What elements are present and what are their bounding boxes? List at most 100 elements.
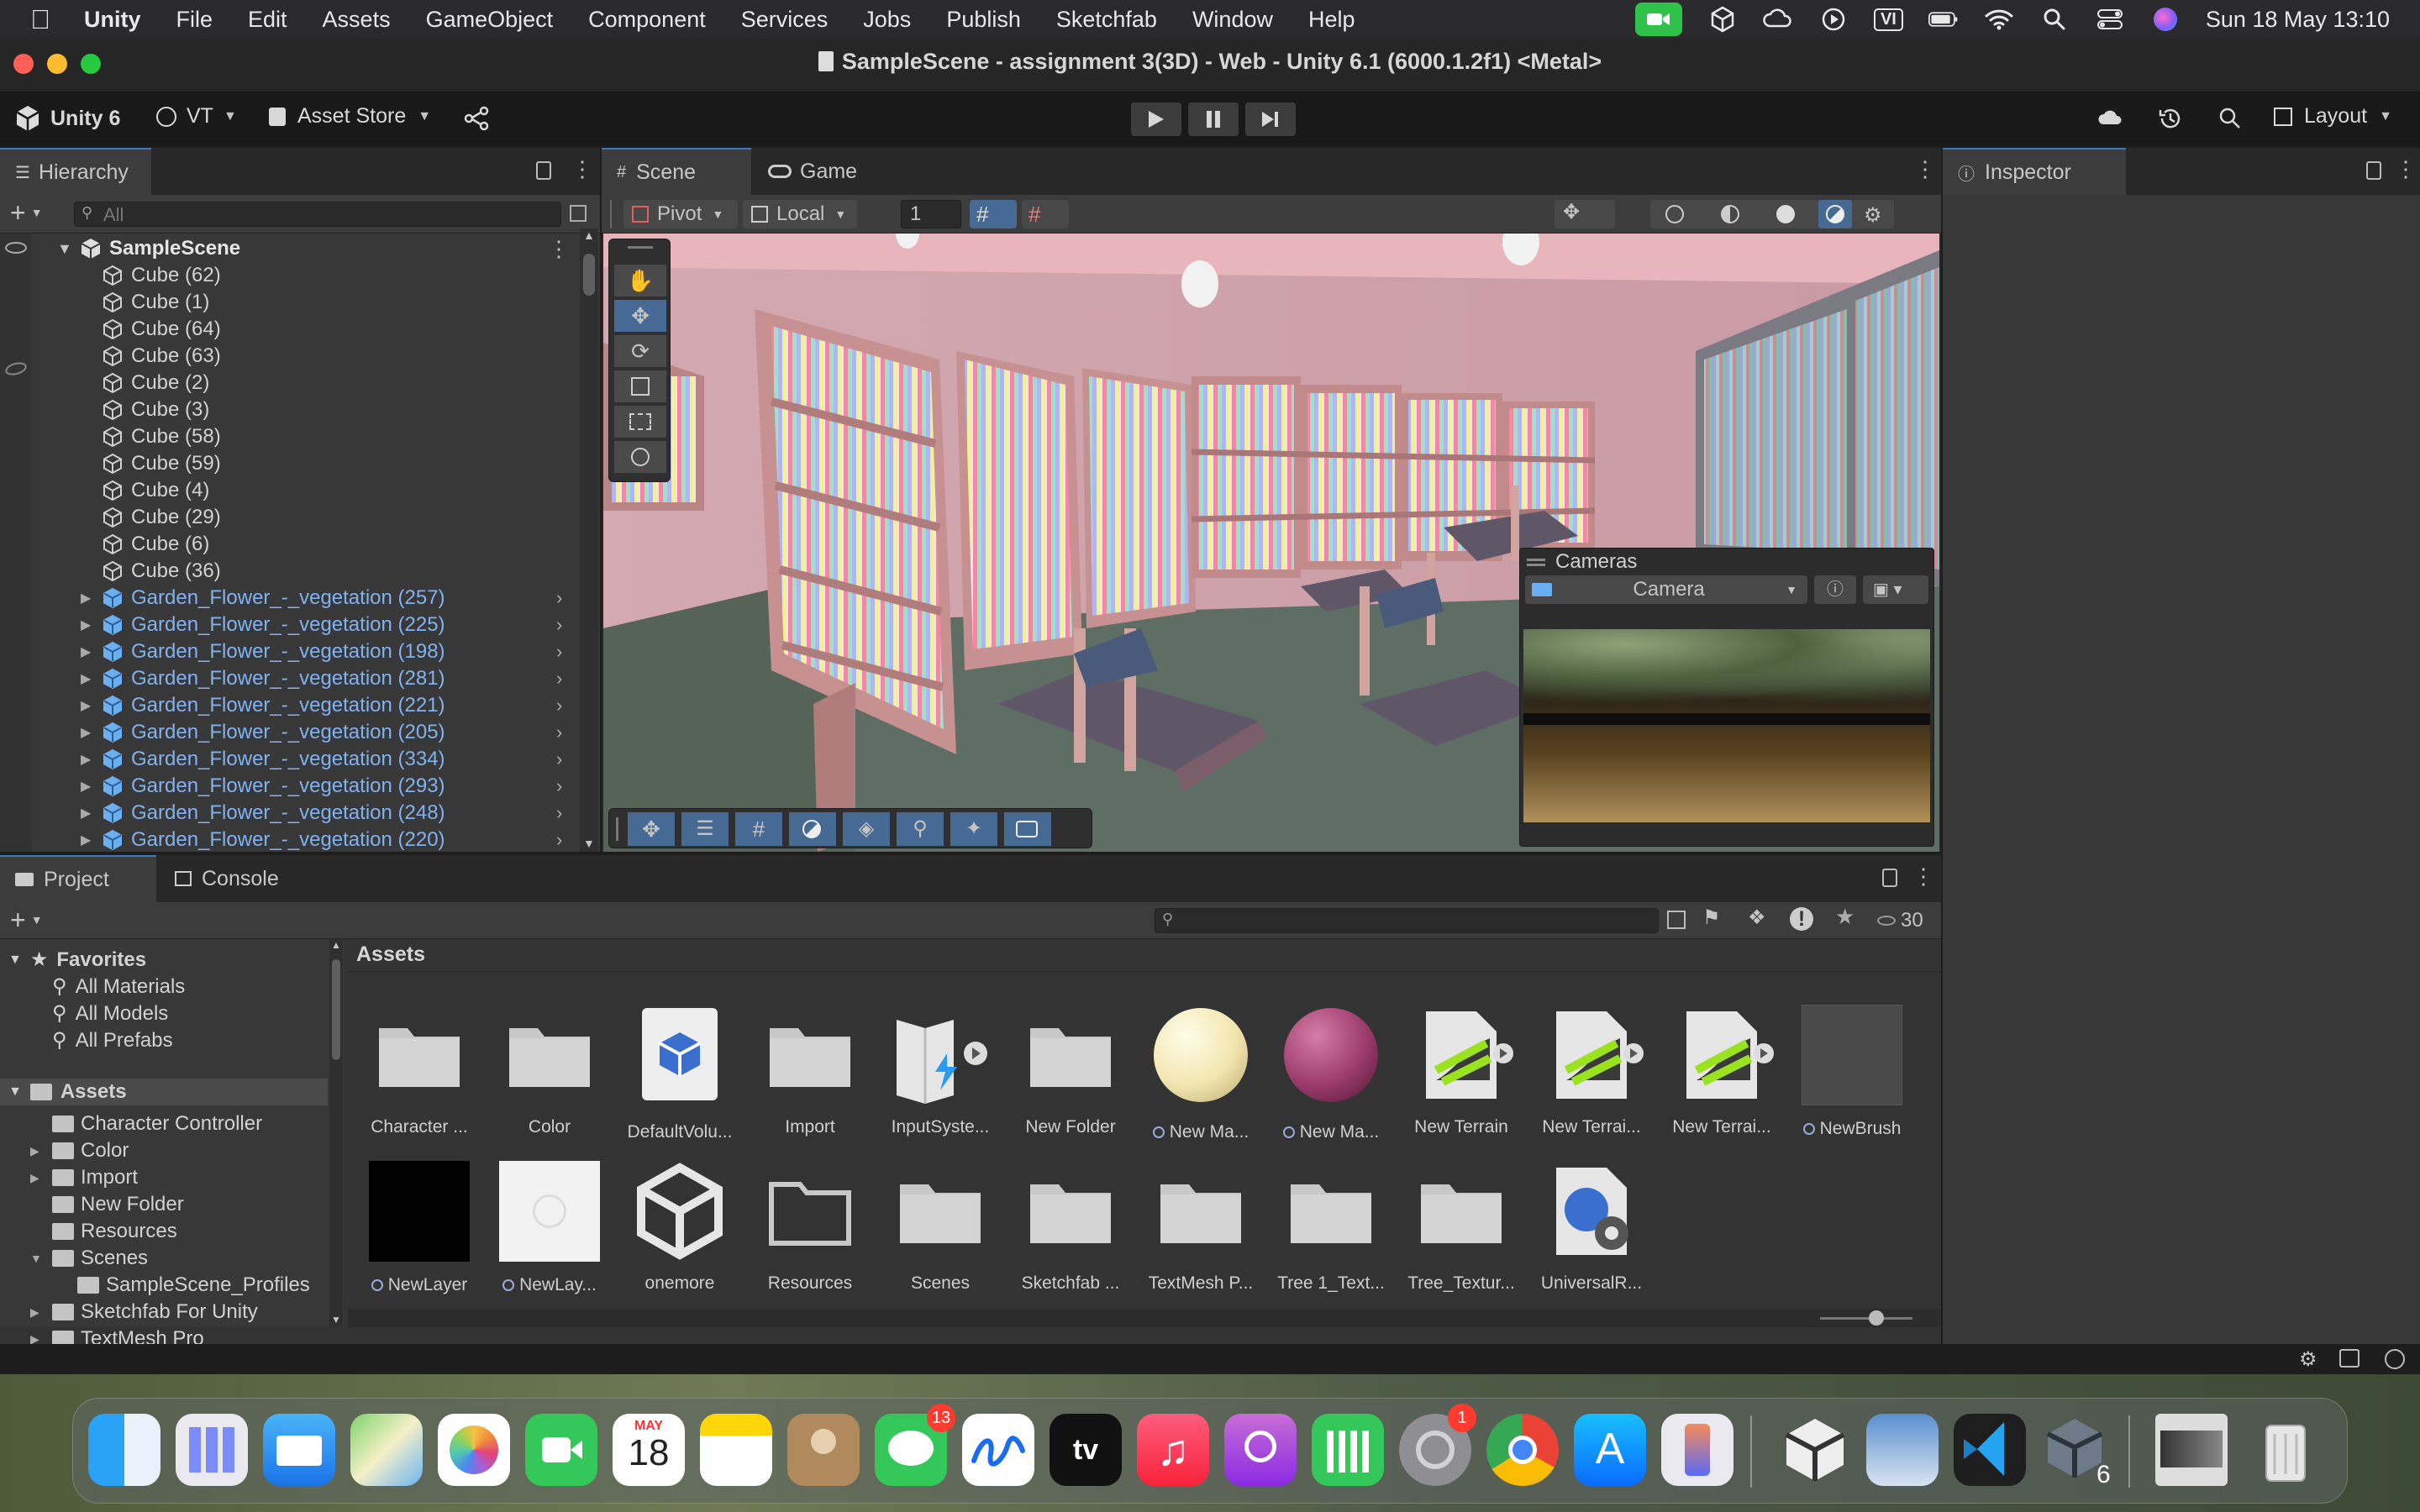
- hierarchy-item[interactable]: Cube (59): [0, 450, 580, 477]
- lighting-overlay-icon[interactable]: [789, 812, 836, 846]
- numbers-icon[interactable]: [1312, 1414, 1384, 1486]
- unity-version-button[interactable]: Unity 6: [13, 104, 120, 133]
- unity-hub-icon[interactable]: [1779, 1414, 1851, 1486]
- menu-edit[interactable]: Edit: [248, 7, 287, 33]
- asset-tile[interactable]: New Terrain: [1398, 1003, 1524, 1137]
- menu-services[interactable]: Services: [741, 7, 829, 33]
- notes-icon[interactable]: [700, 1414, 772, 1486]
- control-center-icon[interactable]: [2095, 4, 2125, 34]
- expand-arrow-icon[interactable]: ▶: [30, 1171, 39, 1185]
- hierarchy-item[interactable]: Cube (58): [0, 423, 580, 450]
- freeform-icon[interactable]: [962, 1414, 1034, 1486]
- cache-server-icon[interactable]: [2339, 1349, 2360, 1368]
- grid-snap-toggle[interactable]: #: [970, 200, 1017, 228]
- hierarchy-search-input[interactable]: ⚲ All: [74, 202, 561, 227]
- pivot-dropdown[interactable]: Pivot ▼: [623, 200, 738, 228]
- facetime-status-icon[interactable]: [1634, 3, 1682, 36]
- increment-snap-toggle[interactable]: #: [1022, 200, 1069, 228]
- expand-arrow-icon[interactable]: ▶: [81, 778, 91, 795]
- chevron-right-icon[interactable]: ›: [556, 748, 562, 770]
- hidden-packages-toggle[interactable]: 30: [1877, 909, 1923, 932]
- chevron-right-icon[interactable]: ›: [556, 614, 562, 636]
- tab-inspector[interactable]: ⓘ Inspector: [1943, 148, 2126, 195]
- asset-tile[interactable]: TextMesh P...: [1138, 1159, 1264, 1294]
- layout-dropdown[interactable]: Layout ▼: [2274, 104, 2392, 129]
- expand-arrow-icon[interactable]: ▶: [81, 643, 91, 660]
- contacts-icon[interactable]: [787, 1414, 860, 1486]
- trash-icon[interactable]: [2249, 1414, 2322, 1486]
- account-dropdown[interactable]: VT ▼: [156, 104, 237, 129]
- asset-tile[interactable]: New Ma...: [1138, 1003, 1264, 1142]
- hierarchy-item[interactable]: ▶ Garden_Flower_-_vegetation (205) ›: [0, 719, 580, 746]
- favorites-header[interactable]: ▼ ★ Favorites: [8, 948, 146, 972]
- chevron-right-icon[interactable]: ›: [556, 829, 562, 851]
- frame-camera-icon[interactable]: ▣ ▾: [1863, 575, 1928, 604]
- facetime-icon[interactable]: [525, 1414, 597, 1486]
- cloud-icon[interactable]: [2097, 108, 2124, 126]
- expand-arrow-icon[interactable]: ▶: [30, 1144, 39, 1158]
- asset-tile[interactable]: Character ...: [356, 1003, 482, 1137]
- project-folder-item[interactable]: Character Controller: [0, 1110, 328, 1137]
- more-options-icon[interactable]: ⋮: [571, 156, 593, 182]
- asset-tile[interactable]: InputSyste...: [877, 1003, 1003, 1137]
- hierarchy-item[interactable]: ▶ Garden_Flower_-_vegetation (334) ›: [0, 746, 580, 773]
- more-options-icon[interactable]: ⋮: [2395, 156, 2417, 182]
- asset-tile[interactable]: New Folder: [1007, 1003, 1134, 1137]
- expand-arrow-icon[interactable]: ▶: [81, 670, 91, 687]
- hierarchy-item[interactable]: Cube (36): [0, 558, 580, 585]
- podcasts-icon[interactable]: [1224, 1414, 1297, 1486]
- favorite-star-icon[interactable]: ★: [1835, 904, 1854, 930]
- expand-arrow-icon[interactable]: ▶: [81, 590, 91, 606]
- menu-sketchfab[interactable]: Sketchfab: [1056, 7, 1157, 33]
- hierarchy-item[interactable]: ▶ Garden_Flower_-_vegetation (220) ›: [0, 827, 580, 853]
- project-folder-item[interactable]: New Folder: [0, 1191, 328, 1218]
- shaded-icon[interactable]: [1776, 205, 1795, 223]
- hierarchy-item[interactable]: Cube (3): [0, 396, 580, 423]
- mail-icon[interactable]: [263, 1414, 335, 1486]
- create-asset-button[interactable]: + ▼: [10, 906, 43, 933]
- asset-tile[interactable]: Tree 1_Text...: [1268, 1159, 1394, 1294]
- siri-icon[interactable]: [2150, 4, 2181, 34]
- hand-tool-icon[interactable]: ✋: [614, 265, 666, 297]
- scene-viewport[interactable]: ✋ ✥ ⟳ ✥ ☰ # ◈ ⚲ ✦ Cameras Camera ▼ ⓘ ▣ ▾: [603, 234, 1939, 852]
- rect-tool-icon[interactable]: [614, 406, 666, 438]
- chevron-right-icon[interactable]: ›: [556, 641, 562, 663]
- expand-arrow-icon[interactable]: ▶: [81, 617, 91, 633]
- lock-icon[interactable]: [536, 161, 551, 180]
- scroll-down-icon[interactable]: ▼: [331, 1314, 341, 1326]
- asset-tile[interactable]: Tree_Textur...: [1398, 1159, 1524, 1294]
- chrome-icon[interactable]: [1486, 1414, 1559, 1486]
- asset-tile[interactable]: UniversalR...: [1528, 1159, 1655, 1294]
- asset-tile[interactable]: Sketchfab ...: [1007, 1159, 1134, 1294]
- messages-icon[interactable]: 13: [875, 1404, 955, 1486]
- hierarchy-item[interactable]: ▶ Garden_Flower_-_vegetation (293) ›: [0, 773, 580, 800]
- app-store-icon[interactable]: A: [1574, 1414, 1646, 1486]
- hierarchy-item[interactable]: Cube (62): [0, 262, 580, 289]
- scroll-up-icon[interactable]: ▲: [583, 228, 595, 242]
- pivot-gizmo-icon[interactable]: ✦: [950, 812, 997, 846]
- favorite-all-prefabs[interactable]: ⚲ All Prefabs: [52, 1028, 173, 1053]
- local-dropdown[interactable]: Local ▼: [743, 200, 857, 228]
- expand-arrow-icon[interactable]: ▼: [57, 240, 72, 258]
- search-options-icon[interactable]: [570, 205, 587, 222]
- apple-icon[interactable]: : [30, 4, 50, 35]
- expand-arrow-icon[interactable]: ▶: [81, 805, 91, 822]
- tab-scene[interactable]: # Scene: [602, 148, 751, 195]
- hierarchy-item[interactable]: Cube (29): [0, 504, 580, 531]
- assets-root-folder[interactable]: ▼ Assets: [0, 1079, 328, 1105]
- asset-tile[interactable]: Scenes: [877, 1159, 1003, 1294]
- lock-icon[interactable]: [2366, 161, 2381, 180]
- warning-filter-icon[interactable]: !: [1790, 907, 1813, 931]
- preview-icon[interactable]: [1866, 1414, 1939, 1486]
- scrollbar-thumb[interactable]: [332, 959, 340, 1060]
- maps-icon[interactable]: [350, 1414, 423, 1486]
- scene-root-row[interactable]: ▼ SampleScene ⋮: [0, 235, 580, 262]
- battery-icon[interactable]: [1928, 4, 1959, 34]
- menubar-clock[interactable]: Sun 18 May 13:10: [2206, 7, 2390, 33]
- chevron-right-icon[interactable]: ›: [556, 802, 562, 824]
- hierarchy-scrollbar[interactable]: ▲ ▼: [580, 228, 598, 852]
- scroll-up-icon[interactable]: ▲: [331, 939, 341, 951]
- expand-arrow-icon[interactable]: ▶: [81, 751, 91, 768]
- scene-menu-icon[interactable]: ⋮: [548, 236, 570, 262]
- menu-app-unity[interactable]: Unity: [84, 7, 141, 33]
